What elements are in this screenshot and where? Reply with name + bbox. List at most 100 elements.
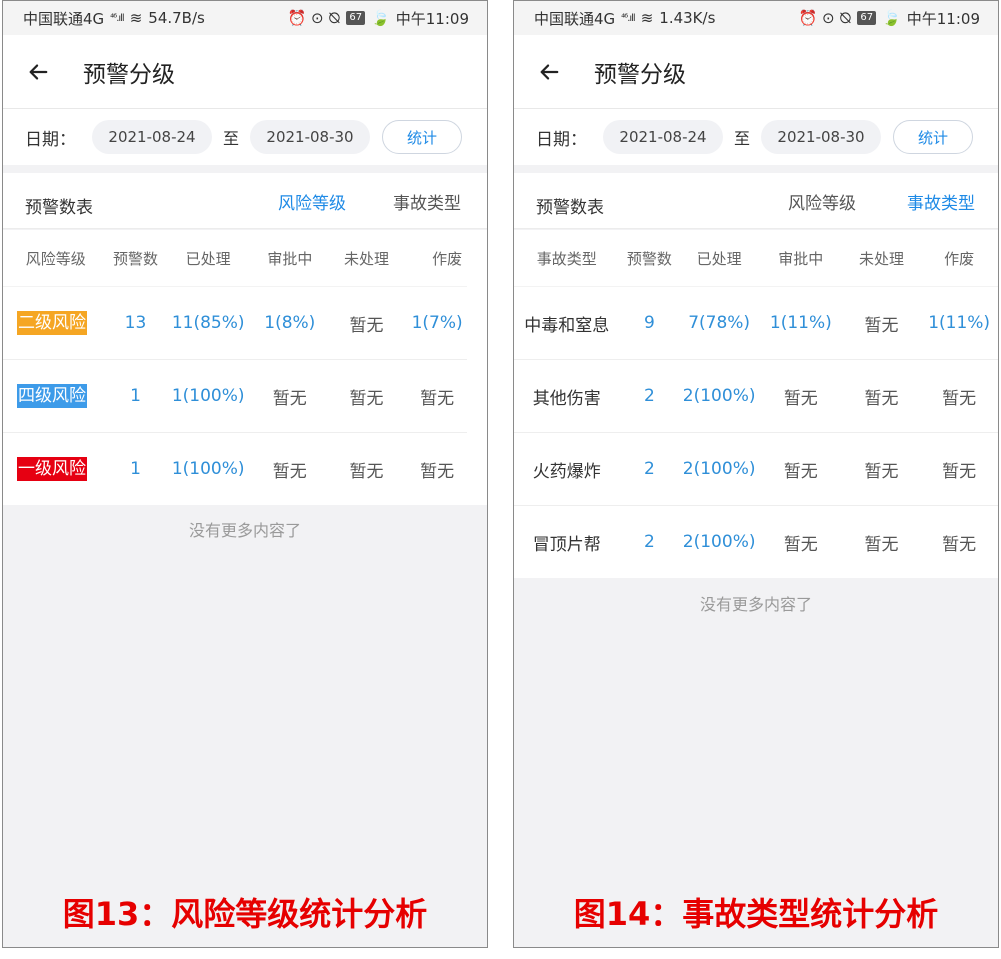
carrier: 中国联通4G: [23, 9, 105, 28]
page-title: 预警分级: [594, 61, 686, 88]
column-header: 风险等级: [25, 249, 86, 268]
signal-icon: ⁴⁶.ıll: [621, 12, 635, 24]
tabs-title: 预警数表: [536, 198, 604, 218]
tab-label: 风险等级: [788, 194, 856, 214]
cell-void: 暂无: [942, 388, 977, 409]
cell-approving: 暂无: [272, 461, 307, 482]
cell-count: 1: [130, 459, 141, 479]
type-cell: 火药爆炸: [532, 461, 601, 482]
table-row[interactable]: 二级风险 13 11(85%) 1(8%) 暂无 1(7%): [3, 286, 467, 359]
back-arrow-icon[interactable]: [538, 61, 560, 83]
leaf-icon: 🍃: [371, 9, 390, 27]
cell-count: 9: [644, 313, 655, 333]
cell-processed: 7(78%): [688, 313, 751, 333]
cell-void: 暂无: [420, 461, 455, 482]
table-row[interactable]: 其他伤害 2 2(100%) 暂无 暂无 暂无: [514, 359, 998, 432]
column-header: 已处理: [185, 249, 231, 268]
date-filter: 日期： 2021-08-24 至 2021-08-30 统计: [3, 109, 487, 165]
cell-void: 暂无: [420, 388, 455, 409]
wifi-icon: ≋: [640, 9, 654, 27]
stat-button[interactable]: 统计: [382, 120, 463, 154]
leaf-icon: 🍃: [882, 9, 901, 27]
cell-count: 2: [644, 386, 655, 406]
cell-void: 暂无: [942, 461, 977, 482]
status-bar: 中国联通4G ⁴⁶.ıll ≋ 1.43K/s ⏰ ⊙ ⦰ 67 🍃 中午11:…: [514, 1, 998, 35]
table-row[interactable]: 一级风险 1 1(100%) 暂无 暂无 暂无: [3, 432, 467, 505]
table-body: 二级风险 13 11(85%) 1(8%) 暂无 1(7%) 四级风险 1 1(…: [3, 286, 487, 505]
level-badge: 一级风险: [17, 457, 87, 481]
wifi-icon: ≋: [129, 9, 143, 27]
table-row[interactable]: 中毒和窒息 9 7(78%) 1(11%) 暂无 1(11%): [514, 286, 998, 359]
date-filter: 日期： 2021-08-24 至 2021-08-30 统计: [514, 109, 998, 165]
tab-accident-type[interactable]: 事故类型: [384, 189, 470, 214]
tab-risk-level[interactable]: 风险等级: [779, 189, 865, 214]
table-row[interactable]: 火药爆炸 2 2(100%) 暂无 暂无 暂无: [514, 432, 998, 505]
level-cell: 四级风险: [3, 384, 109, 408]
no-more-text: 没有更多内容了: [699, 595, 812, 614]
battery-icon: 67: [346, 11, 366, 25]
column-header: 预警数: [626, 249, 672, 268]
net-speed: 54.7B/s: [148, 9, 205, 27]
figure-caption: 图14：事故类型统计分析: [573, 895, 939, 933]
cell-count: 1: [130, 386, 141, 406]
start-date-picker[interactable]: 2021-08-24: [92, 120, 212, 154]
net-speed: 1.43K/s: [659, 9, 716, 27]
cell-approving: 暂无: [783, 534, 818, 555]
cell-unprocessed: 暂无: [864, 388, 899, 409]
screen-risk-level: 中国联通4G ⁴⁶.ıll ≋ 54.7B/s ⏰ ⊙ ⦰ 67 🍃 中午11:…: [2, 0, 488, 948]
tab-risk-level[interactable]: 风险等级: [269, 189, 355, 244]
tab-label: 风险等级: [278, 194, 346, 214]
cell-approving: 1(8%): [264, 313, 316, 333]
date-separator: 至: [734, 129, 751, 148]
level-cell: 一级风险: [3, 457, 109, 481]
cell-processed: 2(100%): [682, 386, 756, 406]
stat-button[interactable]: 统计: [893, 120, 974, 154]
carrier: 中国联通4G: [534, 9, 616, 28]
column-header: 预警数: [112, 249, 158, 268]
end-date-picker[interactable]: 2021-08-30: [761, 120, 882, 154]
app-header: 预警分级: [514, 35, 998, 109]
signal-icon: ⁴⁶.ıll: [110, 12, 124, 24]
end-date-picker[interactable]: 2021-08-30: [250, 120, 371, 154]
cell-unprocessed: 暂无: [864, 534, 899, 555]
cell-void: 1(7%): [411, 313, 463, 333]
cell-count: 13: [124, 313, 147, 333]
back-arrow-icon[interactable]: [27, 61, 49, 83]
table-row[interactable]: 冒顶片帮 2 2(100%) 暂无 暂无 暂无: [514, 505, 998, 578]
table-body: 中毒和窒息 9 7(78%) 1(11%) 暂无 1(11%) 其他伤害 2 2…: [514, 286, 998, 578]
start-date-picker[interactable]: 2021-08-24: [603, 120, 723, 154]
column-header: 审批中: [267, 249, 313, 268]
clock: 中午11:09: [395, 9, 469, 28]
tab-accident-type[interactable]: 事故类型: [882, 189, 998, 244]
tab-bar: 预警数表 风险等级 事故类型: [514, 173, 998, 244]
tab-label: 事故类型: [907, 194, 975, 214]
column-header: 事故类型: [536, 249, 597, 268]
status-bar: 中国联通4G ⁴⁶.ıll ≋ 54.7B/s ⏰ ⊙ ⦰ 67 🍃 中午11:…: [3, 1, 487, 35]
column-header: 审批中: [778, 249, 824, 268]
table-header: 风险等级 预警数 已处理 审批中 未处理 作废: [3, 230, 487, 286]
date-label: 日期：: [25, 129, 76, 150]
column-header: 已处理: [696, 249, 742, 268]
cell-count: 2: [644, 532, 655, 552]
cell-approving: 暂无: [272, 388, 307, 409]
type-cell: 其他伤害: [532, 388, 601, 409]
column-header: 作废: [944, 249, 975, 268]
cell-count: 2: [644, 459, 655, 479]
cell-void: 暂无: [942, 534, 977, 555]
tab-label: 事故类型: [393, 194, 461, 214]
type-cell: 中毒和窒息: [524, 315, 610, 336]
column-header: 未处理: [858, 249, 904, 268]
level-badge: 二级风险: [17, 311, 87, 335]
status-icons: ⏰ ⊙ ⦰: [798, 9, 852, 27]
app-header: 预警分级: [3, 35, 487, 109]
cell-approving: 暂无: [783, 388, 818, 409]
date-label: 日期：: [536, 129, 587, 150]
cell-unprocessed: 暂无: [349, 388, 384, 409]
screen-accident-type: 中国联通4G ⁴⁶.ıll ≋ 1.43K/s ⏰ ⊙ ⦰ 67 🍃 中午11:…: [513, 0, 999, 948]
cell-processed: 2(100%): [682, 459, 756, 479]
column-header: 未处理: [343, 249, 389, 268]
table-row[interactable]: 四级风险 1 1(100%) 暂无 暂无 暂无: [3, 359, 467, 432]
cell-unprocessed: 暂无: [864, 461, 899, 482]
battery-icon: 67: [857, 11, 877, 25]
tab-bar: 预警数表 风险等级 事故类型: [3, 173, 487, 244]
